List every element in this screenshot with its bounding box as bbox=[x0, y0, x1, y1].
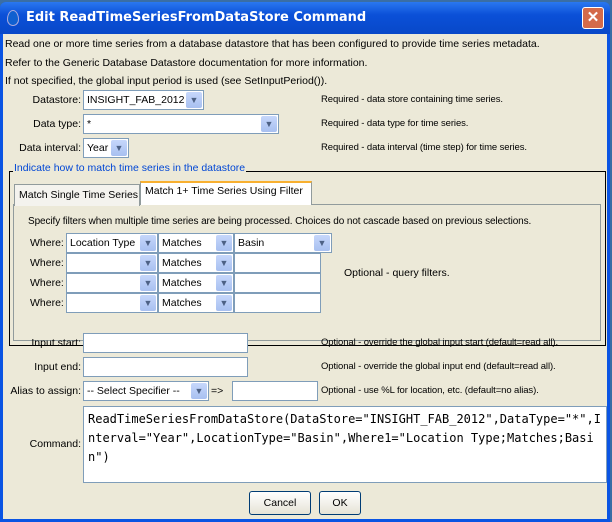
title-bar: Edit ReadTimeSeriesFromDataStore Command… bbox=[0, 2, 610, 34]
filter-operator-value: Matches bbox=[162, 297, 202, 309]
interval-select[interactable]: Year ▼ bbox=[83, 138, 129, 158]
datastore-select[interactable]: INSIGHT_FAB_2012 ▼ bbox=[83, 90, 204, 110]
alias-label: Alias to assign: bbox=[10, 385, 81, 397]
datatype-note: Required - data type for time series. bbox=[321, 118, 469, 129]
filter-operator-select[interactable]: Matches ▼ bbox=[158, 293, 234, 313]
datatype-label: Data type: bbox=[33, 118, 81, 130]
tab-match-filter[interactable]: Match 1+ Time Series Using Filter bbox=[140, 181, 312, 205]
chevron-down-icon[interactable]: ▼ bbox=[216, 275, 232, 291]
chevron-down-icon[interactable]: ▼ bbox=[111, 140, 127, 156]
chevron-down-icon[interactable]: ▼ bbox=[140, 255, 156, 271]
chevron-down-icon[interactable]: ▼ bbox=[261, 116, 277, 132]
intro-line: Read one or more time series from a data… bbox=[5, 38, 540, 50]
ok-button[interactable]: OK bbox=[319, 491, 361, 515]
chevron-down-icon[interactable]: ▼ bbox=[314, 235, 330, 251]
filter-value-input[interactable] bbox=[234, 273, 321, 293]
chevron-down-icon[interactable]: ▼ bbox=[216, 255, 232, 271]
datatype-value: * bbox=[87, 118, 92, 130]
where-label: Where: bbox=[30, 237, 64, 249]
match-group-legend: Indicate how to match time series in the… bbox=[13, 162, 247, 174]
interval-label: Data interval: bbox=[19, 142, 81, 154]
filter-value-select[interactable]: Basin ▼ bbox=[234, 233, 332, 253]
filter-help: Specify filters when multiple time serie… bbox=[28, 216, 532, 227]
dialog-window: Edit ReadTimeSeriesFromDataStore Command… bbox=[0, 2, 610, 522]
window-title: Edit ReadTimeSeriesFromDataStore Command bbox=[26, 10, 367, 25]
filter-value: Basin bbox=[238, 237, 265, 249]
filter-operator-value: Matches bbox=[162, 277, 202, 289]
filter-field-select[interactable]: ▼ bbox=[66, 253, 158, 273]
filter-operator-value: Matches bbox=[162, 237, 202, 249]
input-end-field[interactable] bbox=[83, 357, 248, 377]
filter-field-select[interactable]: ▼ bbox=[66, 273, 158, 293]
datatype-select[interactable]: * ▼ bbox=[83, 114, 279, 134]
alias-note: Optional - use %L for location, etc. (de… bbox=[321, 385, 539, 396]
alias-field[interactable] bbox=[232, 381, 318, 401]
input-end-label: Input end: bbox=[34, 361, 81, 373]
close-button[interactable]: ✕ bbox=[582, 7, 604, 29]
filter-field-value: Location Type bbox=[70, 237, 136, 249]
input-start-field[interactable] bbox=[83, 333, 248, 353]
chevron-down-icon[interactable]: ▼ bbox=[186, 92, 202, 108]
chevron-down-icon[interactable]: ▼ bbox=[140, 235, 156, 251]
dialog-body: Read one or more time series from a data… bbox=[3, 34, 607, 519]
tab-match-single[interactable]: Match Single Time Series bbox=[14, 184, 140, 206]
filter-note: Optional - query filters. bbox=[344, 267, 450, 279]
cancel-button[interactable]: Cancel bbox=[249, 491, 311, 515]
intro-line: If not specified, the global input perio… bbox=[5, 75, 328, 87]
filter-field-select[interactable]: Location Type ▼ bbox=[66, 233, 158, 253]
filter-operator-select[interactable]: Matches ▼ bbox=[158, 273, 234, 293]
alias-specifier-select[interactable]: -- Select Specifier -- ▼ bbox=[83, 381, 209, 401]
filter-operator-select[interactable]: Matches ▼ bbox=[158, 253, 234, 273]
app-drop-icon bbox=[7, 10, 19, 26]
input-end-note: Optional - override the global input end… bbox=[321, 361, 556, 372]
interval-value: Year bbox=[87, 142, 109, 154]
chevron-down-icon[interactable]: ▼ bbox=[191, 383, 207, 399]
chevron-down-icon[interactable]: ▼ bbox=[140, 275, 156, 291]
alias-arrow: => bbox=[211, 385, 224, 397]
intro-line: Refer to the Generic Database Datastore … bbox=[5, 57, 368, 69]
input-start-label: Input start: bbox=[31, 337, 81, 349]
filter-operator-value: Matches bbox=[162, 257, 202, 269]
datastore-label: Datastore: bbox=[32, 94, 81, 106]
where-label: Where: bbox=[30, 257, 64, 269]
alias-specifier-value: -- Select Specifier -- bbox=[87, 385, 180, 397]
where-label: Where: bbox=[30, 277, 64, 289]
datastore-note: Required - data store containing time se… bbox=[321, 94, 503, 105]
filter-operator-select[interactable]: Matches ▼ bbox=[158, 233, 234, 253]
chevron-down-icon[interactable]: ▼ bbox=[140, 295, 156, 311]
filter-value-input[interactable] bbox=[234, 293, 321, 313]
where-label: Where: bbox=[30, 297, 64, 309]
filter-value-input[interactable] bbox=[234, 253, 321, 273]
datastore-value: INSIGHT_FAB_2012 bbox=[87, 94, 185, 106]
filter-field-select[interactable]: ▼ bbox=[66, 293, 158, 313]
command-label: Command: bbox=[29, 438, 81, 450]
chevron-down-icon[interactable]: ▼ bbox=[216, 235, 232, 251]
command-textarea[interactable]: ReadTimeSeriesFromDataStore(DataStore="I… bbox=[83, 406, 607, 483]
interval-note: Required - data interval (time step) for… bbox=[321, 142, 527, 153]
chevron-down-icon[interactable]: ▼ bbox=[216, 295, 232, 311]
input-start-note: Optional - override the global input sta… bbox=[321, 337, 558, 348]
